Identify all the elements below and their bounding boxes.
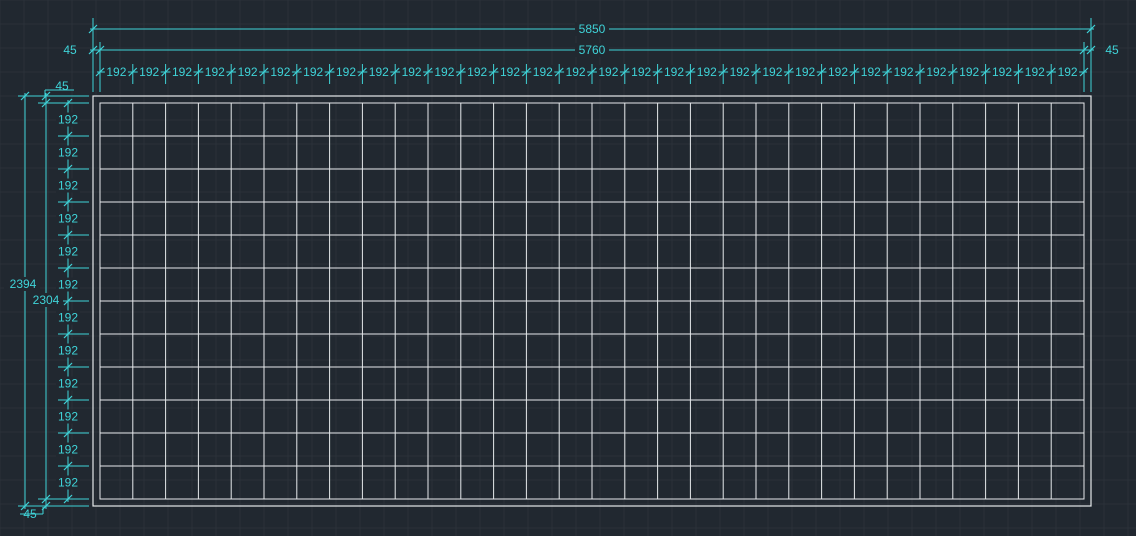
dim-text-row-height: 192 <box>58 113 78 127</box>
dim-text-row-height: 192 <box>58 245 78 259</box>
dim-text-column-width: 192 <box>238 65 258 79</box>
dim-text-margin-left: 45 <box>63 43 77 57</box>
dim-text-column-width: 192 <box>303 65 323 79</box>
dim-text-row-height: 192 <box>58 179 78 193</box>
dim-text-column-width: 192 <box>467 65 487 79</box>
dim-text-row-height: 192 <box>58 443 78 457</box>
dim-text-overall-width: 5850 <box>579 22 606 36</box>
dim-text-column-width: 192 <box>697 65 717 79</box>
dim-text-column-width: 192 <box>631 65 651 79</box>
dim-text-column-width: 192 <box>959 65 979 79</box>
dim-column-chain: 192 192 192 192 192 192 192 192 192 192 192 192 192 1… <box>95 64 1089 84</box>
dim-text-row-height: 192 <box>58 311 78 325</box>
cad-viewport[interactable]: 5850 5760 45 45 45 45 192 192 192 192 192 192… <box>0 0 1136 536</box>
dim-text-column-width: 192 <box>205 65 225 79</box>
dim-text-column-width: 192 <box>1025 65 1045 79</box>
cad-drawing-canvas[interactable]: 5850 5760 45 45 45 45 192 192 192 192 192 192… <box>0 0 1136 536</box>
dim-text-row-height: 192 <box>58 410 78 424</box>
dim-text-column-width: 192 <box>598 65 618 79</box>
dim-text-row-height: 192 <box>58 278 78 292</box>
dim-text-column-width: 192 <box>795 65 815 79</box>
dim-text-column-width: 192 <box>992 65 1012 79</box>
dim-text-column-width: 192 <box>1058 65 1078 79</box>
dim-text-inner-height: 2304 <box>33 293 60 307</box>
dim-text-column-width: 192 <box>828 65 848 79</box>
dim-text-column-width: 192 <box>106 65 126 79</box>
dim-text-row-height: 192 <box>58 212 78 226</box>
panel-geometry <box>92 95 1092 507</box>
dim-text-column-width: 192 <box>172 65 192 79</box>
dim-text-column-width: 192 <box>926 65 946 79</box>
dim-text-column-width: 192 <box>730 65 750 79</box>
dim-text-column-width: 192 <box>861 65 881 79</box>
dim-text-column-width: 192 <box>894 65 914 79</box>
dim-margins: 45 45 45 45 <box>20 43 1119 521</box>
dim-text-column-width: 192 <box>434 65 454 79</box>
dim-text-row-height: 192 <box>58 377 78 391</box>
dim-text-column-width: 192 <box>369 65 389 79</box>
dim-text-column-width: 192 <box>566 65 586 79</box>
dim-text-column-width: 192 <box>402 65 422 79</box>
dim-text-column-width: 192 <box>664 65 684 79</box>
dim-text-column-width: 192 <box>270 65 290 79</box>
dim-text-margin-top: 45 <box>55 79 69 93</box>
dim-text-column-width: 192 <box>762 65 782 79</box>
dimension-annotations: 5850 5760 45 45 45 45 192 192 192 192 192 192… <box>4 18 1119 521</box>
dim-text-row-height: 192 <box>58 344 78 358</box>
dim-text-overall-height: 2394 <box>10 277 37 291</box>
dim-text-row-height: 192 <box>58 146 78 160</box>
dim-text-inner-width: 5760 <box>579 43 606 57</box>
dim-text-column-width: 192 <box>500 65 520 79</box>
dim-text-column-width: 192 <box>139 65 159 79</box>
dim-text-column-width: 192 <box>533 65 553 79</box>
dim-text-margin-right: 45 <box>1105 43 1119 57</box>
dim-text-column-width: 192 <box>336 65 356 79</box>
dim-text-row-height: 192 <box>58 476 78 490</box>
